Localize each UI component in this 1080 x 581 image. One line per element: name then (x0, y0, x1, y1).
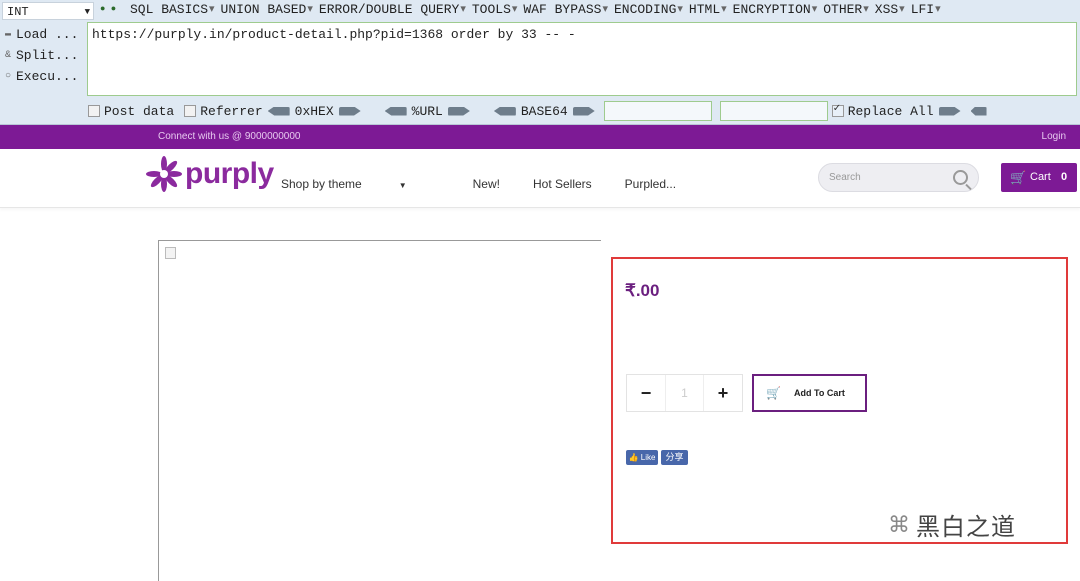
site-navbar: purply Shop by theme ▼ New! Hot Sellers P… (0, 149, 1080, 208)
chevron-down-icon: ▼ (84, 7, 90, 17)
menu-tools[interactable]: TOOLS (472, 2, 511, 17)
menu-encryption[interactable]: ENCRYPTION (733, 2, 811, 17)
add-to-cart-label: Add To Cart (794, 388, 845, 398)
facebook-like-button[interactable]: 👍 Like (626, 450, 658, 465)
product-price: ₹.00 (625, 281, 660, 300)
broken-image-icon (165, 247, 176, 259)
menu-shop-by-theme[interactable]: Shop by theme ▼ (281, 177, 440, 191)
select-value: INT (7, 5, 29, 19)
load-icon: ▬ (4, 29, 11, 40)
search-placeholder: Search (829, 172, 861, 183)
menu-sql-basics[interactable]: SQL BASICS (130, 2, 208, 17)
replace-all-checkbox[interactable] (831, 103, 844, 117)
watermark-text: 黑白之道 (916, 513, 1016, 541)
hackbar-side-actions: ▬ Load ... & Split... ○ Execu... (0, 24, 86, 87)
hex-encode-arrow-icon[interactable] (338, 106, 361, 116)
menu-purpled[interactable]: Purpled... (625, 177, 676, 191)
hackbar-menu: SQL BASICS ▾ UNION BASED ▾ ERROR/DOUBLE QU… (130, 2, 941, 17)
url-encode-label: %URL (411, 103, 443, 119)
social-buttons: 👍 Like 分享 (626, 450, 688, 465)
menu-xss[interactable]: XSS (875, 2, 898, 17)
hackbar-options: Post data Referrer 0xHEX %URL BASE64 Rep… (88, 100, 1078, 122)
site-top-bar: Connect with us @ 9000000000 Login (0, 125, 1080, 149)
execute-button[interactable]: ○ Execu... (0, 66, 86, 87)
search-icon[interactable] (953, 170, 968, 185)
url-value: https://purply.in/product-detail.php?pid… (92, 27, 576, 42)
referrer-checkbox[interactable] (184, 105, 197, 117)
wechat-icon: ⌘ (888, 511, 910, 537)
replace-all-label: Replace All (847, 103, 934, 119)
menu-lfi[interactable]: LFI (911, 2, 934, 17)
base64-encode-arrow-icon[interactable] (572, 106, 595, 116)
url-textarea[interactable]: https://purply.in/product-detail.php?pid… (87, 22, 1077, 96)
menu-union-based[interactable]: UNION BASED (221, 2, 307, 17)
execute-icon: ○ (4, 71, 11, 82)
menu-other[interactable]: OTHER (823, 2, 862, 17)
quantity-stepper: − 1 + (626, 374, 743, 412)
contact-text: Connect with us @ 9000000000 (158, 131, 301, 142)
caret-down-icon: ▼ (398, 181, 407, 190)
cart-count-badge: 0 (1061, 171, 1068, 183)
load-url-button[interactable]: ▬ Load ... (0, 24, 86, 45)
site-logo[interactable]: purply (146, 156, 274, 192)
product-detail-box: ₹.00 − 1 + 🛒 Add To Cart 👍 Like 分享 (611, 257, 1068, 544)
split-url-button[interactable]: & Split... (0, 45, 86, 66)
logo-text: purply (185, 157, 274, 190)
search-input[interactable]: Search (818, 163, 979, 192)
menu-waf-bypass[interactable]: WAF BYPASS (523, 2, 601, 17)
add-to-cart-button[interactable]: 🛒 Add To Cart (752, 374, 867, 412)
post-data-label: Post data (104, 103, 175, 119)
referrer-label: Referrer (200, 103, 263, 119)
cart-label: Cart (1030, 171, 1051, 183)
post-data-checkbox[interactable] (88, 105, 100, 117)
hackbar-toolbar: INT ▼ ● ● SQL BASICS ▾ UNION BASED ▾ ERROR… (0, 0, 1080, 125)
split-icon: & (4, 50, 11, 61)
cart-icon: 🛒 (766, 386, 781, 400)
qty-input[interactable]: 1 (665, 375, 704, 411)
product-image-panel (158, 240, 601, 581)
qty-minus-button[interactable]: − (627, 375, 665, 411)
cart-button[interactable]: 🛒 Cart 0 (1001, 163, 1077, 192)
menu-html[interactable]: HTML (689, 2, 720, 17)
base64-label: BASE64 (520, 103, 568, 119)
injection-type-select[interactable]: INT ▼ (2, 2, 94, 20)
hex-decode-arrow-icon[interactable] (267, 106, 290, 116)
cart-icon: 🛒 (1010, 170, 1027, 185)
hex-label: 0xHEX (294, 103, 334, 119)
menu-new[interactable]: New! (473, 177, 500, 191)
url-decode-arrow-icon[interactable] (384, 106, 407, 116)
replace-back-arrow-icon[interactable] (970, 106, 987, 116)
menu-error-double-query[interactable]: ERROR/DOUBLE QUERY (319, 2, 459, 17)
purply-flower-icon (146, 156, 182, 192)
replace-arrow-icon[interactable] (938, 106, 961, 116)
login-link[interactable]: Login (1042, 131, 1066, 142)
watermark: ⌘ 黑白之道 (888, 507, 1016, 542)
status-dots-icon: ● ● (100, 4, 117, 14)
replace-find-input[interactable] (603, 101, 712, 121)
menu-encoding[interactable]: ENCODING (614, 2, 676, 17)
menu-hot-sellers[interactable]: Hot Sellers (533, 177, 592, 191)
qty-plus-button[interactable]: + (704, 375, 742, 411)
base64-decode-arrow-icon[interactable] (493, 106, 516, 116)
url-encode-arrow-icon[interactable] (447, 106, 470, 116)
share-button[interactable]: 分享 (661, 450, 688, 465)
main-menu: Shop by theme ▼ New! Hot Sellers Purpled.… (281, 177, 709, 191)
replace-with-input[interactable] (719, 101, 828, 121)
